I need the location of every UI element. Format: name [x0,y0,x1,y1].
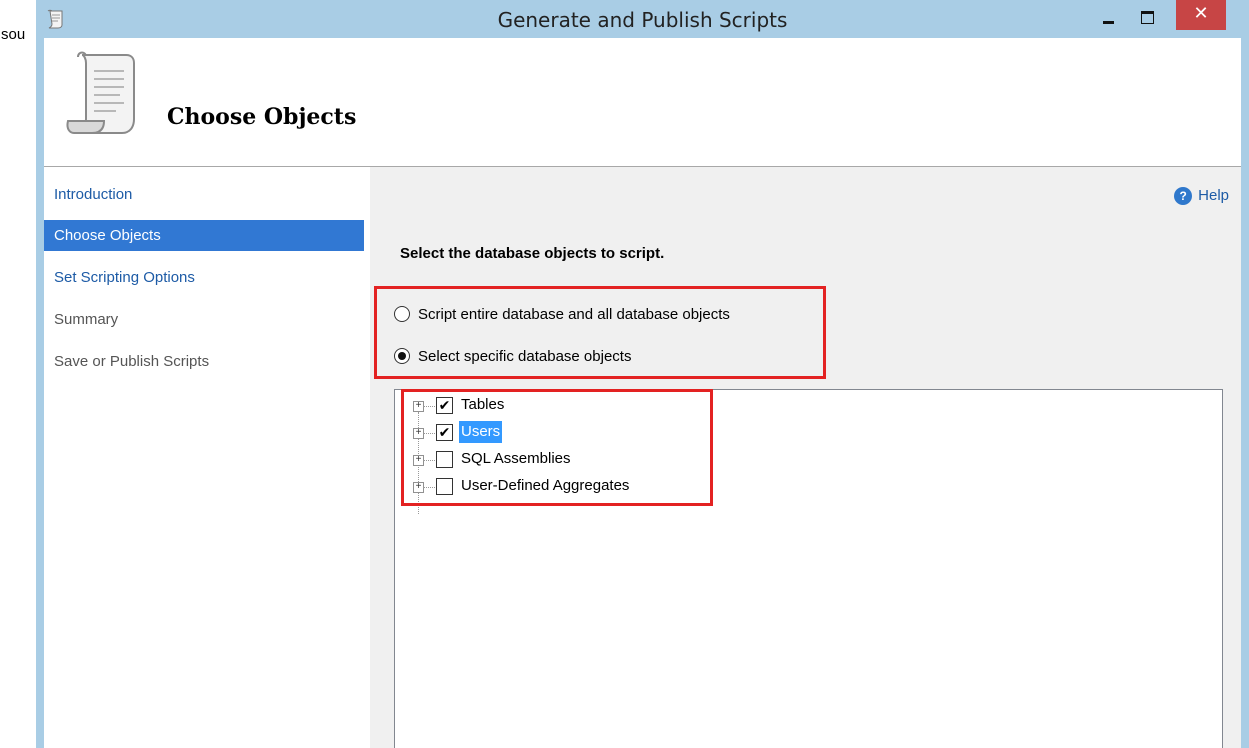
background-text: sou [1,26,26,43]
dialog-content: Choose Objects Introduction Choose Objec… [44,38,1241,748]
help-link[interactable]: ? Help [1174,185,1229,207]
dialog-window: Generate and Publish Scripts ✕ Choose Ob… [36,0,1249,748]
instruction-text: Select the database objects to script. [400,245,665,262]
radio-label[interactable]: Select specific database objects [418,348,631,365]
radio-button[interactable] [394,348,410,365]
scroll-icon [66,51,135,134]
highlight-box-tree [401,389,713,506]
wizard-nav: Introduction Choose Objects Set Scriptin… [44,167,370,748]
radio-button[interactable] [394,306,410,323]
radio-option-specific-objects[interactable]: Select specific database objects [394,345,631,369]
nav-item-choose-objects[interactable]: Choose Objects [44,220,364,251]
main-panel: ? Help Select the database objects to scr… [370,167,1241,748]
page-title: Choose Objects [167,104,357,130]
close-icon[interactable]: ✕ [1176,0,1226,30]
nav-item-save-or-publish-scripts: Save or Publish Scripts [54,353,210,370]
minimize-icon[interactable] [1099,8,1123,32]
help-icon[interactable]: ? [1174,187,1193,206]
title-bar[interactable]: Generate and Publish Scripts ✕ [36,0,1249,38]
nav-item-summary: Summary [54,311,119,328]
radio-label[interactable]: Script entire database and all database … [418,306,730,323]
page-header: Choose Objects [44,38,1241,167]
maximize-icon[interactable] [1138,8,1162,32]
nav-item-introduction[interactable]: Introduction [44,179,364,210]
radio-option-entire-database[interactable]: Script entire database and all database … [394,303,730,327]
window-title: Generate and Publish Scripts [497,8,788,32]
nav-item-set-scripting-options[interactable]: Set Scripting Options [44,262,364,293]
help-label[interactable]: Help [1198,187,1229,204]
